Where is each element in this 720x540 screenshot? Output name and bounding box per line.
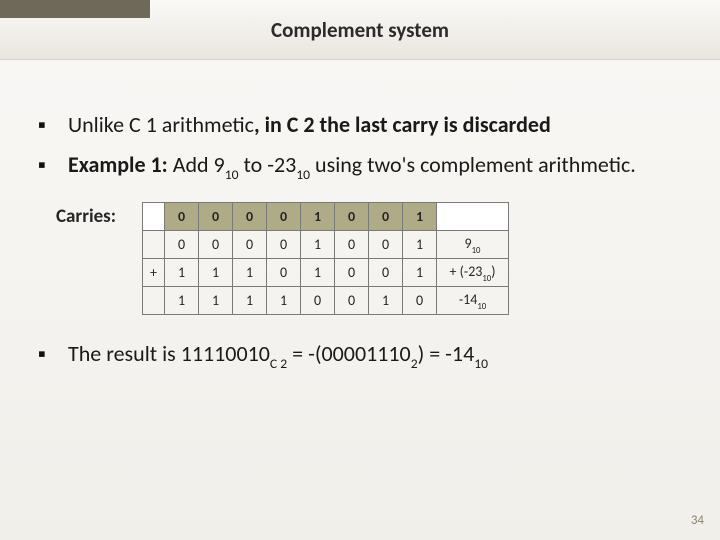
- bit-cell: 1: [233, 287, 267, 315]
- bit-cell: 1: [369, 287, 403, 315]
- carry-bit: 0: [369, 203, 403, 231]
- bit-cell: 0: [199, 231, 233, 259]
- carry-op-cell: [143, 203, 165, 231]
- carry-bit: 0: [267, 203, 301, 231]
- bullet-2-sub1: 10: [225, 166, 239, 183]
- bullet-marker-icon: ▪: [38, 150, 68, 188]
- result-note: -1410: [437, 287, 509, 315]
- bit-cell: 1: [403, 231, 437, 259]
- bit-cell: 1: [301, 259, 335, 287]
- bit-cell: 1: [165, 287, 199, 315]
- note-b-pre: + (-23: [450, 263, 483, 280]
- op-cell: [143, 231, 165, 259]
- bit-cell: 0: [335, 259, 369, 287]
- bit-cell: 1: [199, 287, 233, 315]
- slide-title: Complement system: [271, 17, 449, 43]
- result-sub3: 10: [474, 355, 488, 372]
- plus-cell: +: [143, 259, 165, 287]
- bullet-2d: using two's complement arithmetic.: [310, 151, 636, 178]
- slide-body: ▪ Unlike C 1 arithmetic, in C 2 the last…: [0, 60, 720, 378]
- operand-b-note: + (-2310): [437, 259, 509, 287]
- result-sub1: C 2: [270, 355, 287, 372]
- carry-note: [437, 203, 509, 231]
- note-r-val: -14: [459, 291, 477, 308]
- bit-cell: 1: [267, 287, 301, 315]
- note-b-post: ): [491, 263, 495, 280]
- result-pre: The result is 11110010: [68, 340, 270, 367]
- bullet-1: ▪ Unlike C 1 arithmetic, in C 2 the last…: [38, 110, 682, 140]
- note-a-sub: 10: [472, 246, 481, 256]
- bullet-2c: to -23: [239, 151, 297, 178]
- bullet-2-sub2: 10: [296, 166, 310, 183]
- carry-bit: 0: [165, 203, 199, 231]
- carries-label: Carries:: [56, 202, 134, 228]
- bit-cell: 1: [233, 259, 267, 287]
- bit-cell: 0: [403, 287, 437, 315]
- bit-cell: 0: [335, 231, 369, 259]
- bit-cell: 1: [301, 231, 335, 259]
- bit-cell: 0: [233, 231, 267, 259]
- bit-cell: 0: [301, 287, 335, 315]
- bullet-marker-icon: ▪: [38, 339, 68, 377]
- arithmetic-example: Carries: 0 0 0 0 1 0 0 1 0 0: [56, 202, 682, 315]
- carry-bit: 0: [335, 203, 369, 231]
- bullet-2: ▪ Example 1: Add 910 to -2310 using two'…: [38, 150, 682, 188]
- bullet-1-text: Unlike C 1 arithmetic, in C 2 the last c…: [68, 110, 551, 140]
- operand-a-row: 0 0 0 0 1 0 0 1 910: [143, 231, 509, 259]
- bullet-2-text: Example 1: Add 910 to -2310 using two's …: [68, 150, 636, 188]
- bit-cell: 0: [267, 231, 301, 259]
- bullet-marker-icon: ▪: [38, 110, 68, 140]
- carry-bit: 0: [199, 203, 233, 231]
- carry-row: 0 0 0 0 1 0 0 1: [143, 203, 509, 231]
- note-a-val: 9: [465, 235, 472, 252]
- bullet-1-part-a: Unlike C 1 arithmetic: [68, 111, 254, 138]
- bullet-result: ▪ The result is 11110010C 2 = -(00001110…: [38, 339, 682, 377]
- carry-bit: 0: [233, 203, 267, 231]
- result-mid2: ) = -14: [418, 340, 475, 367]
- bit-cell: 0: [267, 259, 301, 287]
- carry-bit: 1: [403, 203, 437, 231]
- op-cell: [143, 287, 165, 315]
- bullet-1-part-b: , in C 2 the last carry is discarded: [254, 111, 551, 138]
- page-number: 34: [691, 513, 704, 528]
- bit-cell: 0: [369, 231, 403, 259]
- bullet-2a: Example 1:: [68, 151, 168, 178]
- bullet-2b: Add 9: [168, 151, 225, 178]
- bit-cell: 0: [369, 259, 403, 287]
- bit-cell: 1: [199, 259, 233, 287]
- bit-cell: 0: [165, 231, 199, 259]
- note-r-sub: 10: [477, 302, 486, 312]
- arithmetic-table: 0 0 0 0 1 0 0 1 0 0 0 0 1 0: [142, 202, 509, 315]
- carry-bit: 1: [301, 203, 335, 231]
- result-row: 1 1 1 1 0 0 1 0 -1410: [143, 287, 509, 315]
- note-b-sub: 10: [482, 274, 491, 284]
- operand-b-row: + 1 1 1 0 1 0 0 1 + (-2310): [143, 259, 509, 287]
- title-accent: [0, 0, 150, 18]
- result-mid: = -(00001110: [287, 340, 411, 367]
- bit-cell: 1: [403, 259, 437, 287]
- bit-cell: 1: [165, 259, 199, 287]
- result-sub2: 2: [411, 355, 418, 372]
- bit-cell: 0: [335, 287, 369, 315]
- operand-a-note: 910: [437, 231, 509, 259]
- result-text: The result is 11110010C 2 = -(000011102)…: [68, 339, 488, 377]
